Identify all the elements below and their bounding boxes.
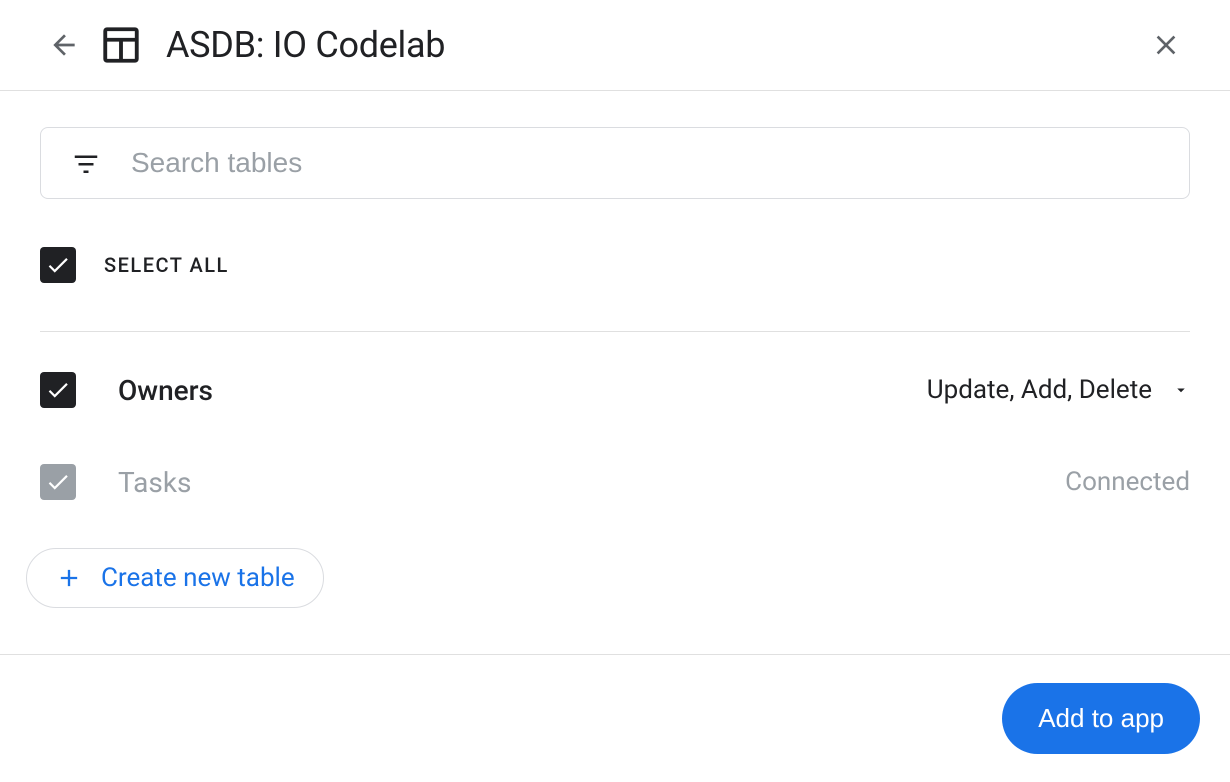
permissions-label: Update, Add, Delete (927, 375, 1152, 405)
table-row: Tasks Connected (40, 436, 1190, 528)
filter-icon-box (41, 128, 131, 198)
checkmark-icon (45, 377, 71, 403)
select-all-row: SELECT ALL (40, 247, 1190, 332)
create-table-label: Create new table (101, 563, 295, 593)
permissions-dropdown[interactable]: Update, Add, Delete (927, 375, 1190, 405)
status-area: Connected (1065, 467, 1190, 497)
table-row: Owners Update, Add, Delete (40, 344, 1190, 436)
select-all-label: SELECT ALL (104, 253, 229, 277)
connected-label: Connected (1065, 467, 1190, 497)
dialog-footer: Add to app (0, 654, 1230, 782)
table-checkbox-tasks (40, 464, 76, 500)
close-button[interactable] (1146, 25, 1186, 65)
dialog-header: ASDB: IO Codelab (0, 0, 1230, 91)
arrow-left-icon (48, 29, 80, 61)
checkmark-icon (45, 252, 71, 278)
select-all-checkbox[interactable] (40, 247, 76, 283)
table-name-label: Owners (118, 374, 213, 407)
database-icon (100, 24, 142, 66)
table-list: Owners Update, Add, Delete Tasks Connect… (40, 344, 1190, 528)
dialog-content: SELECT ALL Owners Update, Add, Delete (0, 91, 1230, 608)
table-checkbox-owners[interactable] (40, 372, 76, 408)
back-button[interactable] (44, 25, 84, 65)
plus-icon (55, 564, 83, 592)
search-input[interactable] (131, 128, 1189, 198)
add-to-app-button[interactable]: Add to app (1002, 683, 1200, 754)
chevron-down-icon (1172, 381, 1190, 399)
filter-icon (71, 148, 101, 178)
dialog-title: ASDB: IO Codelab (166, 24, 445, 66)
table-name-label: Tasks (118, 466, 192, 499)
checkmark-icon (45, 469, 71, 495)
search-container (40, 127, 1190, 199)
close-icon (1150, 29, 1182, 61)
create-table-button[interactable]: Create new table (26, 548, 324, 608)
